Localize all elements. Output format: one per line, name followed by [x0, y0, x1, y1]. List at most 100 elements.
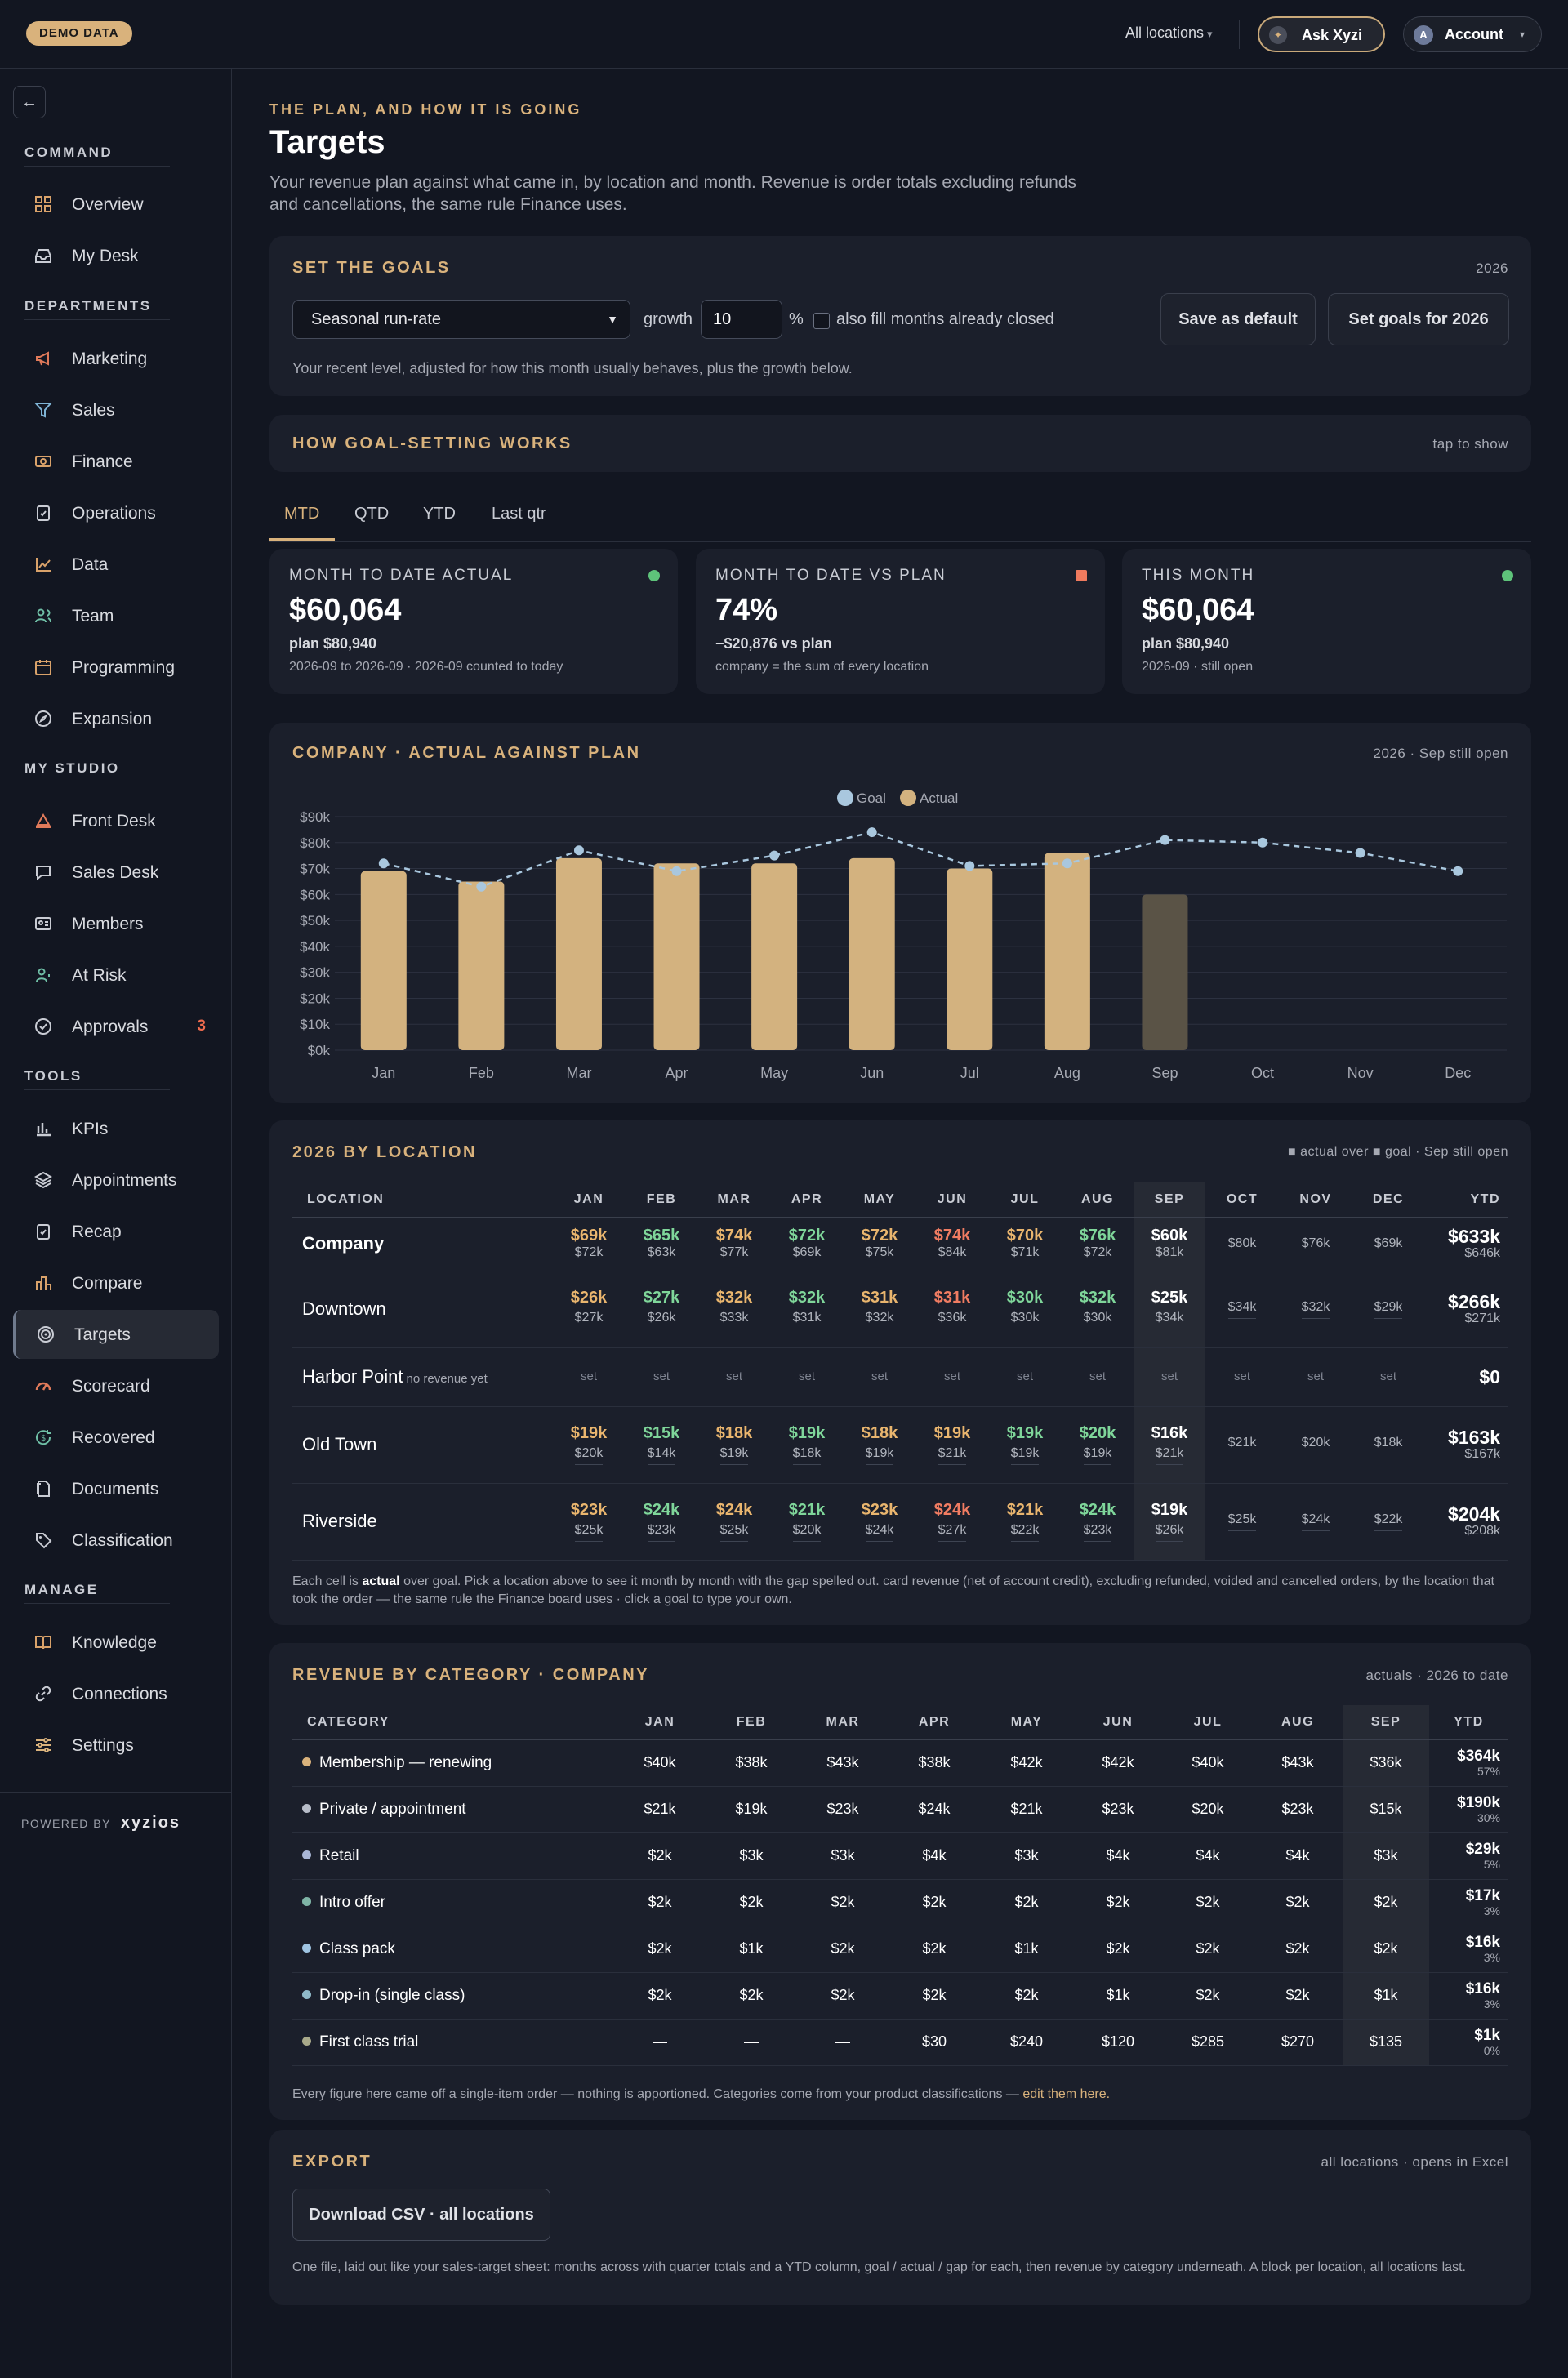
edit-classifications-link[interactable]: edit them here. [1022, 2087, 1110, 2101]
goal-value[interactable]: $30k [1083, 1310, 1112, 1329]
tap-to-show-toggle[interactable]: tap to show [1433, 436, 1508, 452]
month-cell[interactable]: $21k $22k [988, 1483, 1062, 1561]
actual-bar[interactable] [751, 863, 798, 1050]
month-cell[interactable]: $21k $20k [771, 1483, 843, 1561]
sidebar-item-finance[interactable]: Finance [13, 437, 219, 486]
goal-value[interactable]: $32k [1301, 1299, 1330, 1319]
sidebar-item-expansion[interactable]: Expansion [13, 694, 219, 743]
sidebar-item-sales[interactable]: Sales [13, 385, 219, 434]
goal-value[interactable]: $34k [1227, 1299, 1257, 1319]
set-goal-link[interactable]: set [1089, 1369, 1106, 1383]
table-row[interactable]: Harbor Point no revenue yet set set set set se… [292, 1347, 1508, 1407]
sidebar-item-programming[interactable]: Programming [13, 643, 219, 692]
month-cell[interactable]: $32k $31k [771, 1271, 843, 1348]
sidebar-item-overview[interactable]: Overview [13, 180, 219, 229]
goal-value[interactable]: $22k [1374, 1512, 1403, 1531]
goal-value[interactable]: $18k [792, 1445, 822, 1465]
goal-value[interactable]: $19k [1083, 1445, 1112, 1465]
goal-value[interactable]: $23k [1083, 1522, 1112, 1542]
goal-value[interactable]: $69k [771, 1245, 843, 1261]
goal-value[interactable]: $72k [1062, 1245, 1134, 1261]
sidebar-item-compare[interactable]: Compare [13, 1258, 219, 1307]
goal-value[interactable]: $31k [792, 1310, 822, 1329]
set-goal-link[interactable]: set [871, 1369, 888, 1383]
goal-value[interactable]: $25k [574, 1522, 604, 1542]
sidebar-item-connections[interactable]: Connections [13, 1669, 219, 1718]
table-row[interactable]: Company $69k $72k $65k $63k $74k $77k $72k $69k $… [292, 1217, 1508, 1271]
sidebar-item-appointments[interactable]: Appointments [13, 1156, 219, 1205]
collapse-sidebar-button[interactable]: ← [13, 86, 46, 118]
goal-value[interactable]: $26k [647, 1310, 676, 1329]
month-cell[interactable]: $19k $19k [988, 1406, 1062, 1484]
month-cell[interactable]: $18k [1352, 1406, 1424, 1484]
set-goal-link[interactable]: set [653, 1369, 670, 1383]
month-cell[interactable]: $24k [1279, 1483, 1352, 1561]
sidebar-item-kpis[interactable]: KPIs [13, 1104, 219, 1153]
goal-value[interactable]: $19k [719, 1445, 749, 1465]
location-select[interactable]: All locations ▾ [1125, 24, 1213, 42]
goal-value[interactable]: $72k [552, 1245, 626, 1261]
goal-point[interactable] [1453, 866, 1463, 876]
month-cell[interactable]: $26k $27k [552, 1271, 626, 1348]
sidebar-item-settings[interactable]: Settings [13, 1721, 219, 1770]
goal-point[interactable] [671, 866, 682, 876]
download-csv-button[interactable]: Download CSV · all locations [292, 2189, 550, 2241]
month-cell[interactable]: $69k [1352, 1217, 1424, 1271]
actual-bar[interactable] [458, 881, 505, 1050]
goal-value[interactable]: $18k [1374, 1435, 1403, 1454]
sidebar-item-marketing[interactable]: Marketing [13, 334, 219, 383]
goal-value[interactable]: $34k [1155, 1310, 1184, 1329]
sidebar-item-approvals[interactable]: Approvals 3 [13, 1002, 219, 1051]
goal-point[interactable] [378, 858, 389, 869]
goal-point[interactable] [1062, 858, 1072, 869]
sidebar-item-recovered[interactable]: $ Recovered [13, 1413, 219, 1462]
goal-value[interactable]: $75k [843, 1245, 916, 1261]
month-cell[interactable]: $32k [1279, 1271, 1352, 1348]
tab-last-qtr[interactable]: Last qtr [492, 505, 546, 523]
month-cell[interactable]: set [1062, 1347, 1134, 1407]
sidebar-item-sales-desk[interactable]: Sales Desk [13, 848, 219, 897]
goal-point[interactable] [476, 881, 487, 892]
goal-value[interactable]: $81k [1134, 1245, 1205, 1261]
month-cell[interactable]: $76k [1279, 1217, 1352, 1271]
month-cell[interactable]: $31k $36k [916, 1271, 988, 1348]
goal-point[interactable] [1258, 837, 1268, 848]
sidebar-item-members[interactable]: Members [13, 899, 219, 948]
actual-bar[interactable] [555, 857, 602, 1050]
sidebar-item-recap[interactable]: Recap [13, 1207, 219, 1256]
month-cell[interactable]: $25k [1205, 1483, 1279, 1561]
month-cell[interactable]: $34k [1205, 1271, 1279, 1348]
actual-bar[interactable] [1142, 894, 1188, 1050]
actual-bar[interactable] [1044, 853, 1090, 1050]
sidebar-item-documents[interactable]: Documents [13, 1464, 219, 1513]
goal-value[interactable]: $21k [1155, 1445, 1184, 1465]
month-cell[interactable]: $32k $33k [697, 1271, 771, 1348]
goal-value[interactable]: $27k [574, 1310, 604, 1329]
tab-qtd[interactable]: QTD [354, 505, 389, 523]
actual-bar[interactable] [947, 868, 993, 1050]
goal-value[interactable]: $77k [697, 1245, 771, 1261]
month-cell[interactable]: set [916, 1347, 988, 1407]
month-cell[interactable]: set [626, 1347, 697, 1407]
month-cell[interactable]: $32k $30k [1062, 1271, 1134, 1348]
set-goal-link[interactable]: set [1307, 1369, 1324, 1383]
month-cell[interactable]: $23k $25k [552, 1483, 626, 1561]
month-cell[interactable]: set [843, 1347, 916, 1407]
sidebar-item-team[interactable]: Team [13, 591, 219, 640]
goal-method-select[interactable]: Seasonal run-rate ▼ [292, 300, 630, 339]
month-cell[interactable]: set [1134, 1347, 1205, 1407]
month-cell[interactable]: $29k [1352, 1271, 1424, 1348]
month-cell[interactable]: $21k [1205, 1406, 1279, 1484]
save-as-default-button[interactable]: Save as default [1160, 293, 1316, 345]
set-goals-button[interactable]: Set goals for 2026 [1328, 293, 1509, 345]
month-cell[interactable]: $20k $19k [1062, 1406, 1134, 1484]
goal-value[interactable]: $20k [1301, 1435, 1330, 1454]
goal-value[interactable]: $36k [938, 1310, 967, 1329]
month-cell[interactable]: set [771, 1347, 843, 1407]
sidebar-item-scorecard[interactable]: Scorecard [13, 1361, 219, 1410]
month-cell[interactable]: set [1352, 1347, 1424, 1407]
sidebar-item-targets[interactable]: Targets [13, 1310, 219, 1359]
sidebar-item-data[interactable]: Data [13, 540, 219, 589]
set-goal-link[interactable]: set [581, 1369, 597, 1383]
sidebar-item-at-risk[interactable]: At Risk [13, 951, 219, 1000]
